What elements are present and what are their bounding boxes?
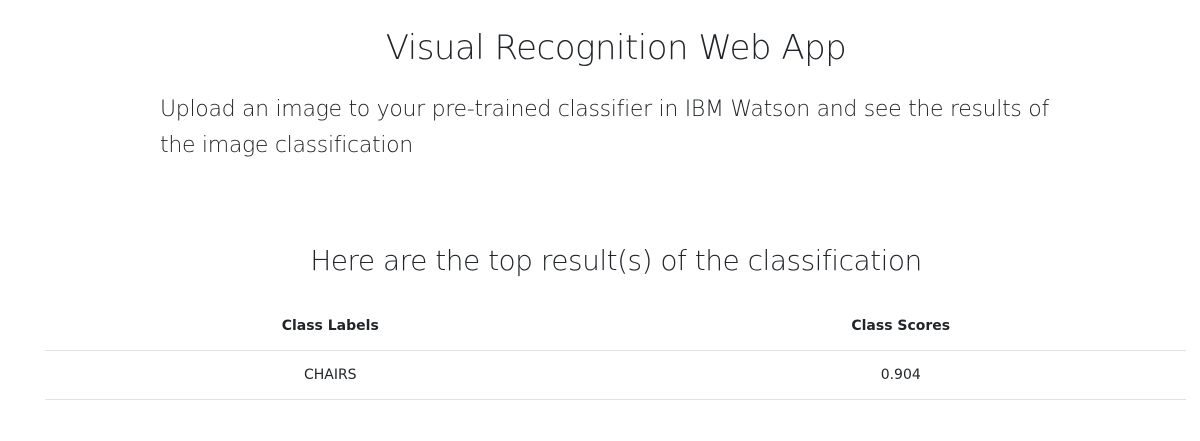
column-header-class-scores: Class Scores — [615, 302, 1186, 351]
app-title: Visual Recognition Web App — [385, 28, 847, 68]
table-row: CHAIRS 0.904 — [45, 350, 1186, 400]
table-header-row: Class Labels Class Scores — [45, 302, 1186, 351]
results-heading: Here are the top result(s) of the classi… — [310, 244, 922, 277]
page: Visual Recognition Web App Upload an ima… — [0, 0, 1200, 441]
column-header-class-labels: Class Labels — [45, 302, 616, 351]
results-table: Class Labels Class Scores CHAIRS 0.904 — [45, 302, 1186, 400]
intro-text: Upload an image to your pre-trained clas… — [160, 97, 1049, 158]
class-label-cell: CHAIRS — [45, 350, 616, 400]
class-score-cell: 0.904 — [615, 350, 1186, 400]
